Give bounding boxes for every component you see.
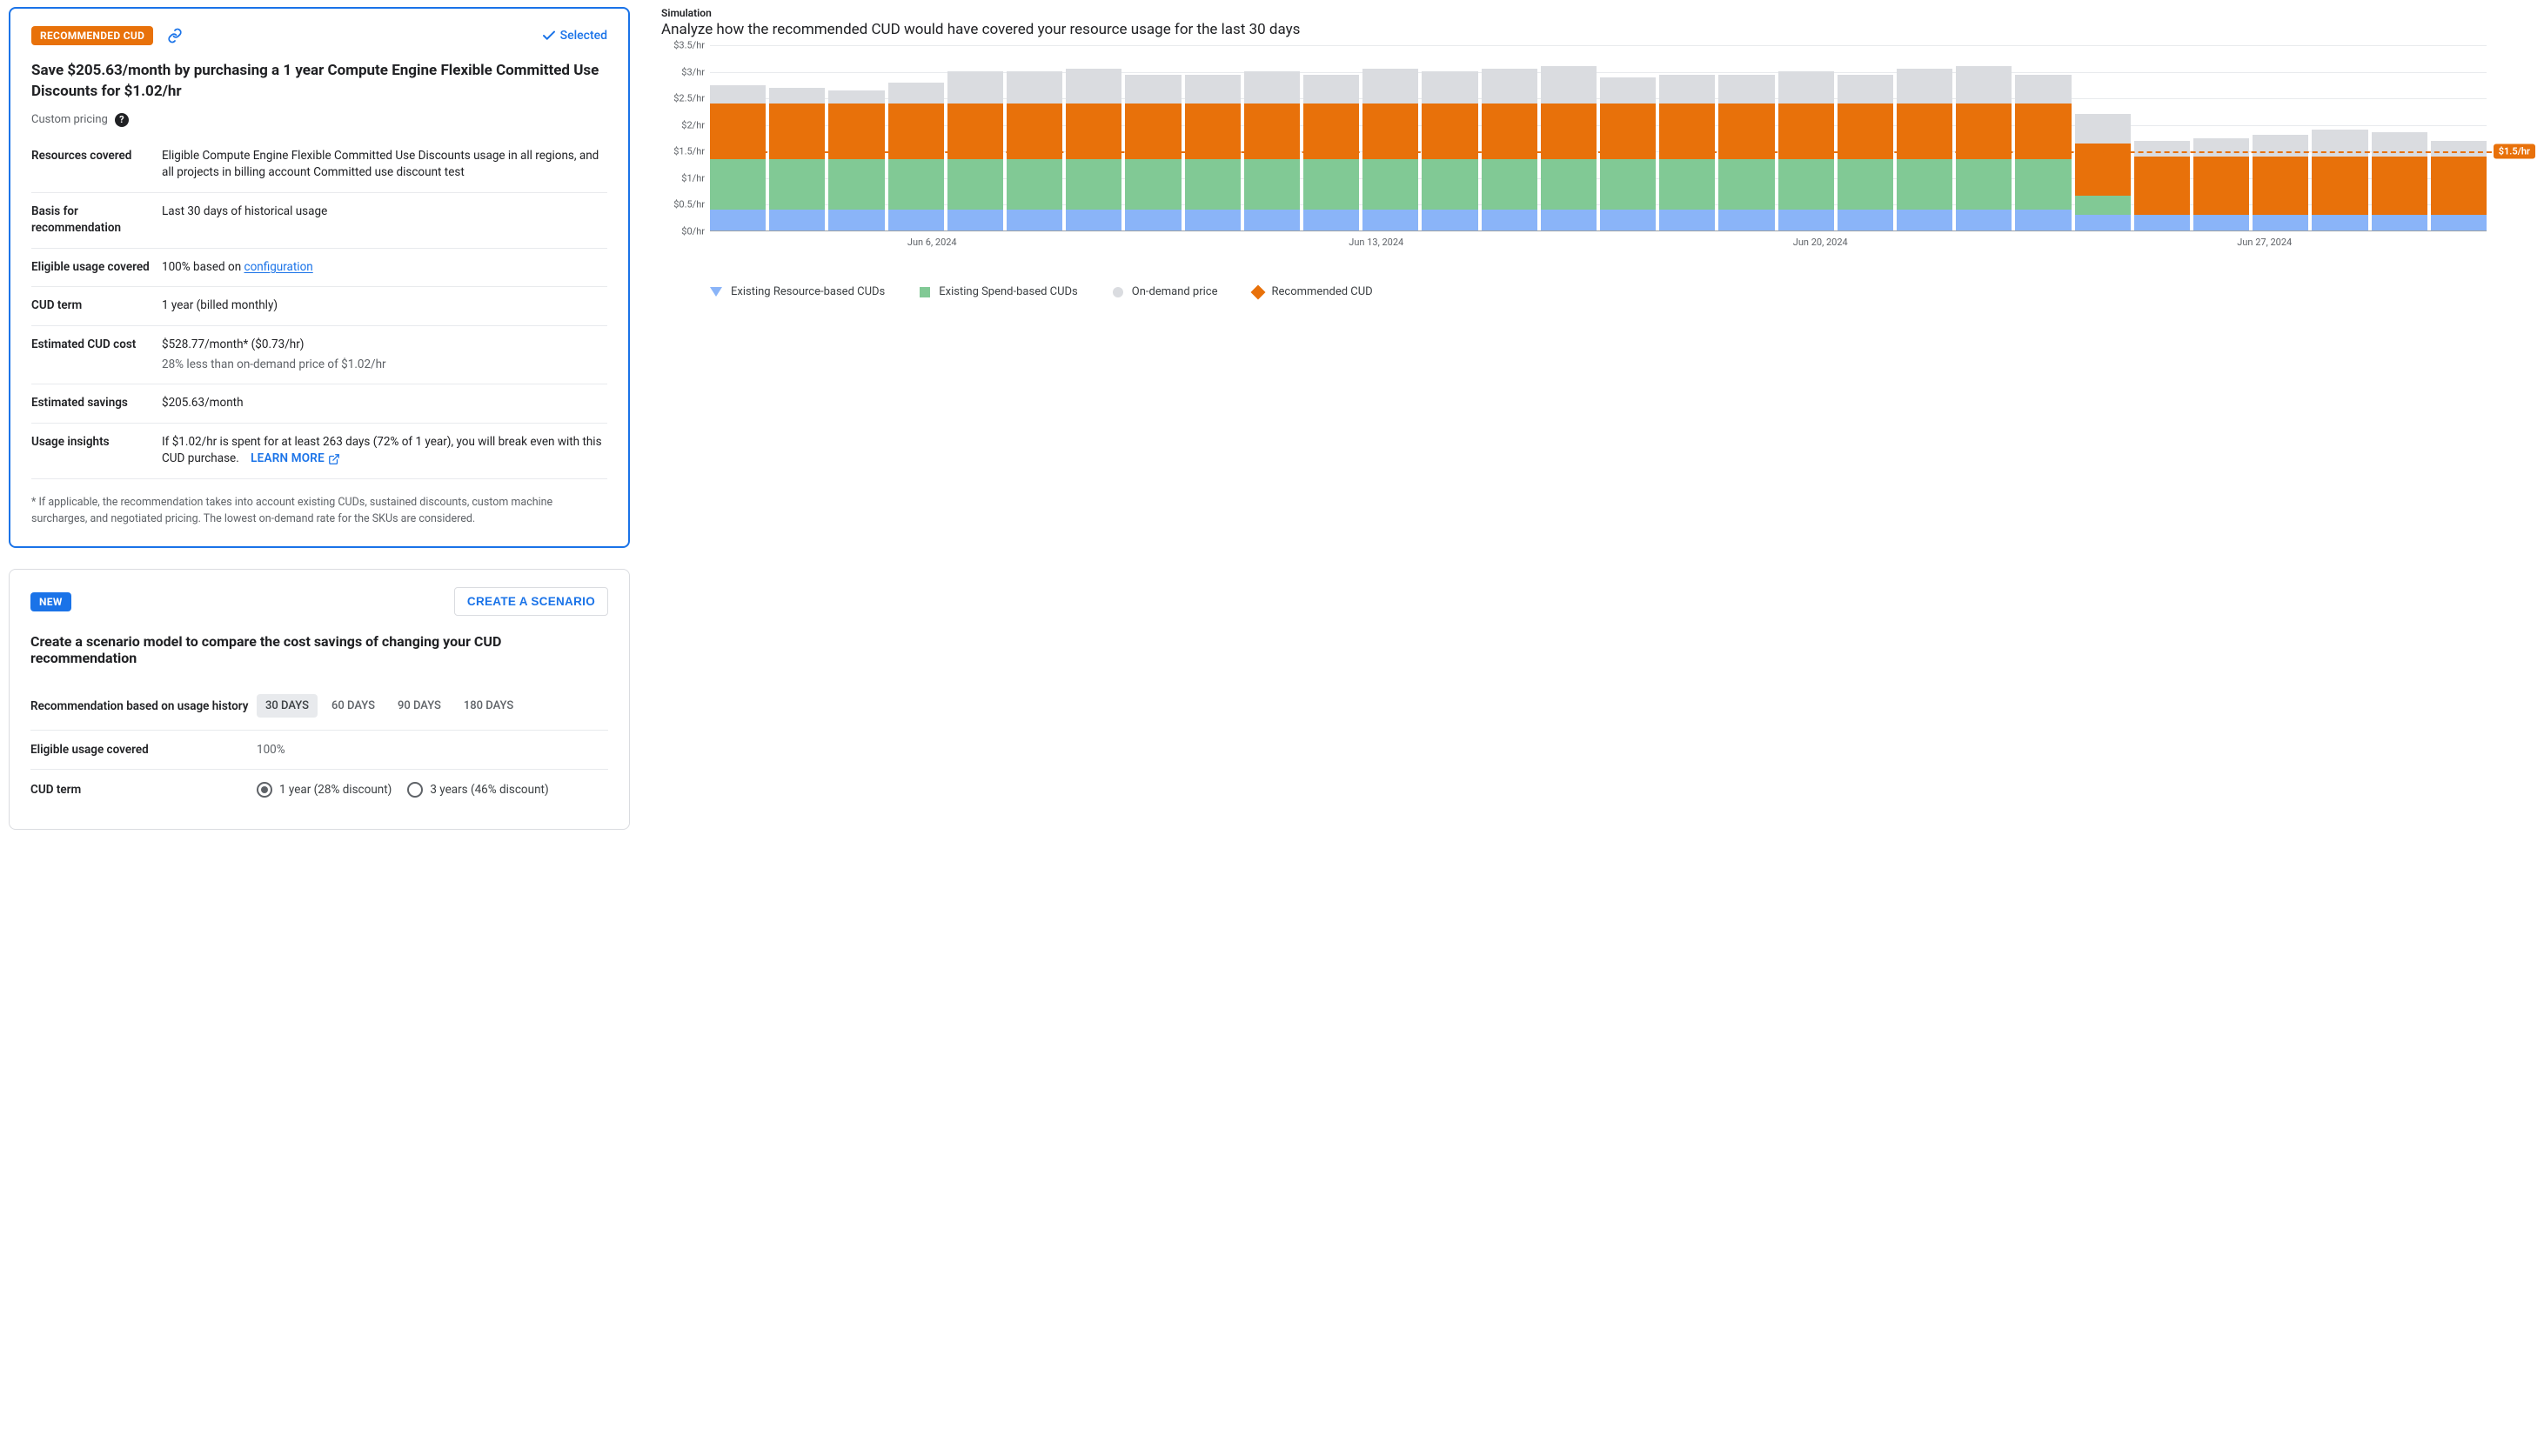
row-estimated-cost: Estimated CUD cost $528.77/month* ($0.73… xyxy=(31,325,607,384)
scenario-card: NEW CREATE A SCENARIO Create a scenario … xyxy=(9,569,630,830)
chart-bar[interactable] xyxy=(2312,45,2367,230)
chart-bar[interactable] xyxy=(828,45,884,230)
triangle-down-icon xyxy=(710,287,722,297)
chart-bar[interactable] xyxy=(2372,45,2427,230)
circle-icon xyxy=(1113,287,1123,297)
chart-bar[interactable] xyxy=(1125,45,1181,230)
y-tick: $1/hr xyxy=(681,172,705,184)
row-eligible-usage: Eligible usage covered 100% based on con… xyxy=(31,248,607,287)
chart-bar[interactable] xyxy=(1303,45,1359,230)
days-option[interactable]: 60 DAYS xyxy=(323,694,384,718)
y-tick: $3.5/hr xyxy=(673,40,705,51)
new-badge: NEW xyxy=(30,592,71,611)
term-radio[interactable]: 1 year (28% discount) xyxy=(257,782,392,798)
recommended-chip: $1.5/hr xyxy=(2494,144,2535,159)
link-icon[interactable] xyxy=(167,28,183,43)
legend-on-demand[interactable]: On-demand price xyxy=(1113,285,1218,298)
row-usage-history: Recommendation based on usage history 30… xyxy=(30,682,608,731)
chart-bar[interactable] xyxy=(1778,45,1834,230)
chart-bar[interactable] xyxy=(1066,45,1121,230)
simulation-heading: Simulation xyxy=(661,7,2535,19)
simulation-subheading: Analyze how the recommended CUD would ha… xyxy=(661,21,2535,38)
chart-bar[interactable] xyxy=(2075,45,2131,230)
chart-bar[interactable] xyxy=(1838,45,1893,230)
recommendation-card: RECOMMENDED CUD Selected Save $205.63/mo… xyxy=(9,7,630,548)
check-icon xyxy=(541,28,557,43)
diamond-icon xyxy=(1250,284,1265,299)
row-resources-covered: Resources covered Eligible Compute Engin… xyxy=(31,139,607,192)
row-usage-insights: Usage insights If $1.02/hr is spent for … xyxy=(31,423,607,479)
external-link-icon xyxy=(328,453,340,465)
chart-bar[interactable] xyxy=(888,45,944,230)
simulation-panel: Simulation Analyze how the recommended C… xyxy=(661,7,2535,298)
learn-more-link[interactable]: LEARN MORE xyxy=(251,451,340,468)
x-tick: Jun 27, 2024 xyxy=(2043,237,2487,248)
row-basis: Basis for recommendation Last 30 days of… xyxy=(31,192,607,248)
chart-bar[interactable] xyxy=(1541,45,1597,230)
chart-bar[interactable] xyxy=(947,45,1003,230)
row-scenario-eligible: Eligible usage covered 100% xyxy=(30,731,608,770)
recommendation-footnote: * If applicable, the recommendation take… xyxy=(31,495,607,528)
y-tick: $0.5/hr xyxy=(673,199,705,210)
chart-bar[interactable] xyxy=(1956,45,2012,230)
chart-bar[interactable] xyxy=(2015,45,2071,230)
x-tick: Jun 20, 2024 xyxy=(1598,237,2043,248)
chart-bar[interactable] xyxy=(1659,45,1715,230)
chart-bar[interactable] xyxy=(2134,45,2190,230)
chart-bar[interactable] xyxy=(2253,45,2308,230)
recommendation-title: Save $205.63/month by purchasing a 1 yea… xyxy=(31,61,607,103)
chart-bar[interactable] xyxy=(1897,45,1952,230)
y-tick: $1.5/hr xyxy=(673,146,705,157)
square-icon xyxy=(920,287,930,297)
days-option[interactable]: 180 DAYS xyxy=(455,694,522,718)
y-tick: $3/hr xyxy=(681,66,705,77)
legend-recommended[interactable]: Recommended CUD xyxy=(1253,285,1373,298)
create-scenario-button[interactable]: CREATE A SCENARIO xyxy=(454,587,608,616)
chart-bar[interactable] xyxy=(1600,45,1656,230)
chart-bar[interactable] xyxy=(1185,45,1241,230)
chart-bar[interactable] xyxy=(769,45,825,230)
y-tick: $2/hr xyxy=(681,119,705,130)
row-estimated-savings: Estimated savings $205.63/month xyxy=(31,384,607,423)
eligible-value: 100% xyxy=(257,743,285,757)
days-option[interactable]: 30 DAYS xyxy=(257,694,318,718)
legend-existing-resource[interactable]: Existing Resource-based CUDs xyxy=(710,285,885,298)
row-cud-term: CUD term 1 year (billed monthly) xyxy=(31,286,607,325)
y-tick: $2.5/hr xyxy=(673,93,705,104)
chart-bar[interactable] xyxy=(1007,45,1062,230)
days-option[interactable]: 90 DAYS xyxy=(389,694,450,718)
custom-pricing-label: Custom pricing ? xyxy=(31,113,607,127)
chart-bar[interactable] xyxy=(1244,45,1300,230)
info-icon[interactable]: ? xyxy=(115,113,129,127)
legend-existing-spend[interactable]: Existing Spend-based CUDs xyxy=(920,285,1078,298)
days-segment-group: 30 DAYS60 DAYS90 DAYS180 DAYS xyxy=(257,694,522,718)
simulation-chart: $0/hr $0.5/hr $1/hr $1.5/hr $2/hr $2.5/hr $3/h… xyxy=(661,45,2535,271)
recommended-badge: RECOMMENDED CUD xyxy=(31,26,153,45)
chart-bar[interactable] xyxy=(1362,45,1418,230)
scenario-title: Create a scenario model to compare the c… xyxy=(30,633,608,666)
chart-bar[interactable] xyxy=(710,45,766,230)
chart-bar[interactable] xyxy=(1482,45,1537,230)
row-scenario-term: CUD term 1 year (28% discount)3 years (4… xyxy=(30,770,608,810)
y-tick: $0/hr xyxy=(681,226,705,237)
term-radio[interactable]: 3 years (46% discount) xyxy=(407,782,548,798)
x-tick: Jun 6, 2024 xyxy=(710,237,1155,248)
chart-bar[interactable] xyxy=(2431,45,2487,230)
configuration-link[interactable]: configuration xyxy=(244,260,313,274)
chart-bar[interactable] xyxy=(2193,45,2249,230)
term-radio-group: 1 year (28% discount) 3 years (46% discou… xyxy=(257,782,549,798)
chart-bar[interactable] xyxy=(1718,45,1774,230)
selected-indicator: Selected xyxy=(541,28,607,43)
chart-bar[interactable] xyxy=(1422,45,1477,230)
x-tick: Jun 13, 2024 xyxy=(1155,237,1599,248)
